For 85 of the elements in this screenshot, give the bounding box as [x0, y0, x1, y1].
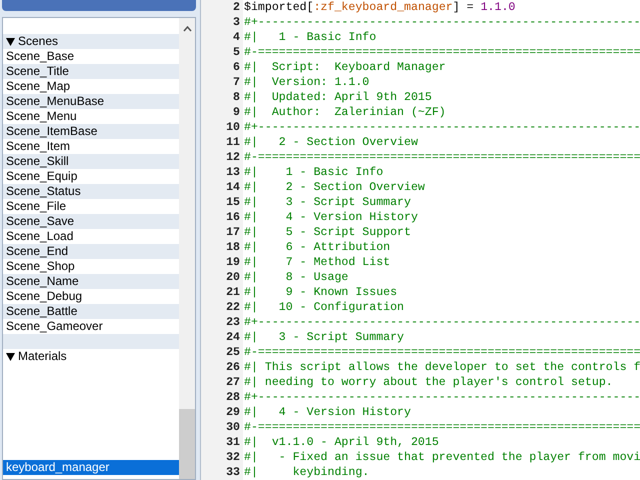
line-number: 16: [226, 210, 240, 225]
line-number: 4: [233, 30, 240, 45]
script-list-item[interactable]: Scene_End: [3, 244, 180, 259]
line-number: 21: [226, 285, 240, 300]
code-comment: #| keybinding.: [244, 465, 370, 480]
script-list-item[interactable]: Scene_Title: [3, 64, 180, 79]
code-comment: #+-------------------------------------------------------: [244, 315, 640, 330]
code-comment: #| v1.1.0 - April 9th, 2015: [244, 435, 439, 450]
line-number: 31: [226, 435, 240, 450]
line-number: 7: [233, 75, 240, 90]
code-comment: #| 1 - Basic Info: [244, 165, 384, 180]
line-number: 33: [226, 465, 240, 480]
caret-icon[interactable]: [6, 352, 15, 360]
line-number: 30: [226, 420, 240, 435]
line-number: 11: [226, 135, 240, 150]
code-token: 1.1.0: [480, 0, 516, 15]
line-number: 26: [226, 360, 240, 375]
line-number: 5: [233, 45, 240, 60]
line-number: 29: [226, 405, 240, 420]
line-number: 18: [226, 240, 240, 255]
code-comment: #| Updated: April 9th 2015: [244, 90, 432, 105]
code-comment: #-=======================================================: [244, 345, 640, 360]
code-comment: #| 3 - Script Summary: [244, 195, 411, 210]
code-comment: #| 5 - Script Support: [244, 225, 411, 240]
scrollbar[interactable]: [179, 18, 195, 479]
code-comment: #| Author: Zalerinian (~ZF): [244, 105, 446, 120]
line-number: 10: [226, 120, 240, 135]
group-label: Scenes: [18, 34, 58, 49]
scroll-up-icon[interactable]: [182, 26, 192, 32]
script-list-item[interactable]: Scene_Skill: [3, 154, 180, 169]
code-comment: #| Script: Keyboard Manager: [244, 60, 446, 75]
code-comment: #-=======================================================: [244, 150, 640, 165]
scrollbar-thumb[interactable]: [179, 409, 195, 479]
code-comment: #| 10 - Configuration: [244, 300, 404, 315]
script-list-item[interactable]: Scene_Name: [3, 274, 180, 289]
code-comment: #| 4 - Version History: [244, 405, 411, 420]
code-comment: #+-------------------------------------------------------: [244, 120, 640, 135]
line-number: 15: [226, 195, 240, 210]
line-number: 3: [233, 15, 240, 30]
code-comment: #| 2 - Section Overview: [244, 135, 418, 150]
code-comment: #-=======================================================: [244, 45, 640, 60]
line-number: 8: [233, 90, 240, 105]
script-list-item[interactable]: Scene_MenuBase: [3, 94, 180, 109]
line-number: 2: [233, 0, 240, 15]
code-comment: #+-------------------------------------------------------: [244, 390, 640, 405]
line-number: 13: [226, 165, 240, 180]
code-comment: #| - Fixed an issue that prevented the player from movi: [244, 450, 640, 465]
line-number: 20: [226, 270, 240, 285]
line-number: 28: [226, 390, 240, 405]
line-number: 25: [226, 345, 240, 360]
code-comment: #| Version: 1.1.0: [244, 75, 370, 90]
code-comment: #-=======================================================: [244, 420, 640, 435]
code-comment: #| 8 - Usage: [244, 270, 348, 285]
line-number: 22: [226, 300, 240, 315]
code-comment: #| 3 - Script Summary: [244, 330, 404, 345]
script-list-item[interactable]: Scene_Battle: [3, 304, 180, 319]
line-number: 23: [226, 315, 240, 330]
caret-icon[interactable]: [6, 38, 15, 46]
code-comment: #| 4 - Version History: [244, 210, 418, 225]
code-comment: #| needing to worry about the player's control setup.: [244, 375, 613, 390]
code-token: :zf_keyboard_manager: [314, 0, 453, 15]
line-number: 12: [226, 150, 240, 165]
code-token: [: [306, 0, 314, 15]
line-number: 27: [226, 375, 240, 390]
code-comment: #| 2 - Section Overview: [244, 180, 425, 195]
code-comment: #| This script allows the developer to set the controls f: [244, 360, 640, 375]
script-list-item[interactable]: Scene_ItemBase: [3, 124, 180, 139]
line-number: 24: [226, 330, 240, 345]
line-number: 19: [226, 255, 240, 270]
line-number: 32: [226, 450, 240, 465]
script-list-item[interactable]: Scene_Save: [3, 214, 180, 229]
line-number: 14: [226, 180, 240, 195]
line-number: 9: [233, 105, 240, 120]
code-comment: #| 6 - Attribution: [244, 240, 390, 255]
code-comment: #| 9 - Known Issues: [244, 285, 398, 300]
script-list-item[interactable]: keyboard_manager: [3, 460, 180, 475]
code-token: ] =: [452, 0, 475, 15]
code-comment: #+-------------------------------------------------------: [244, 15, 640, 30]
code-comment: #| 7 - Method List: [244, 255, 390, 270]
group-label: Materials: [18, 349, 67, 364]
line-number: 17: [226, 225, 240, 240]
code-comment: #| 1 - Basic Info: [244, 30, 376, 45]
code-token: $imported: [244, 0, 307, 15]
line-number: 6: [233, 60, 240, 75]
script-list-item[interactable]: Scene_Status: [3, 184, 180, 199]
